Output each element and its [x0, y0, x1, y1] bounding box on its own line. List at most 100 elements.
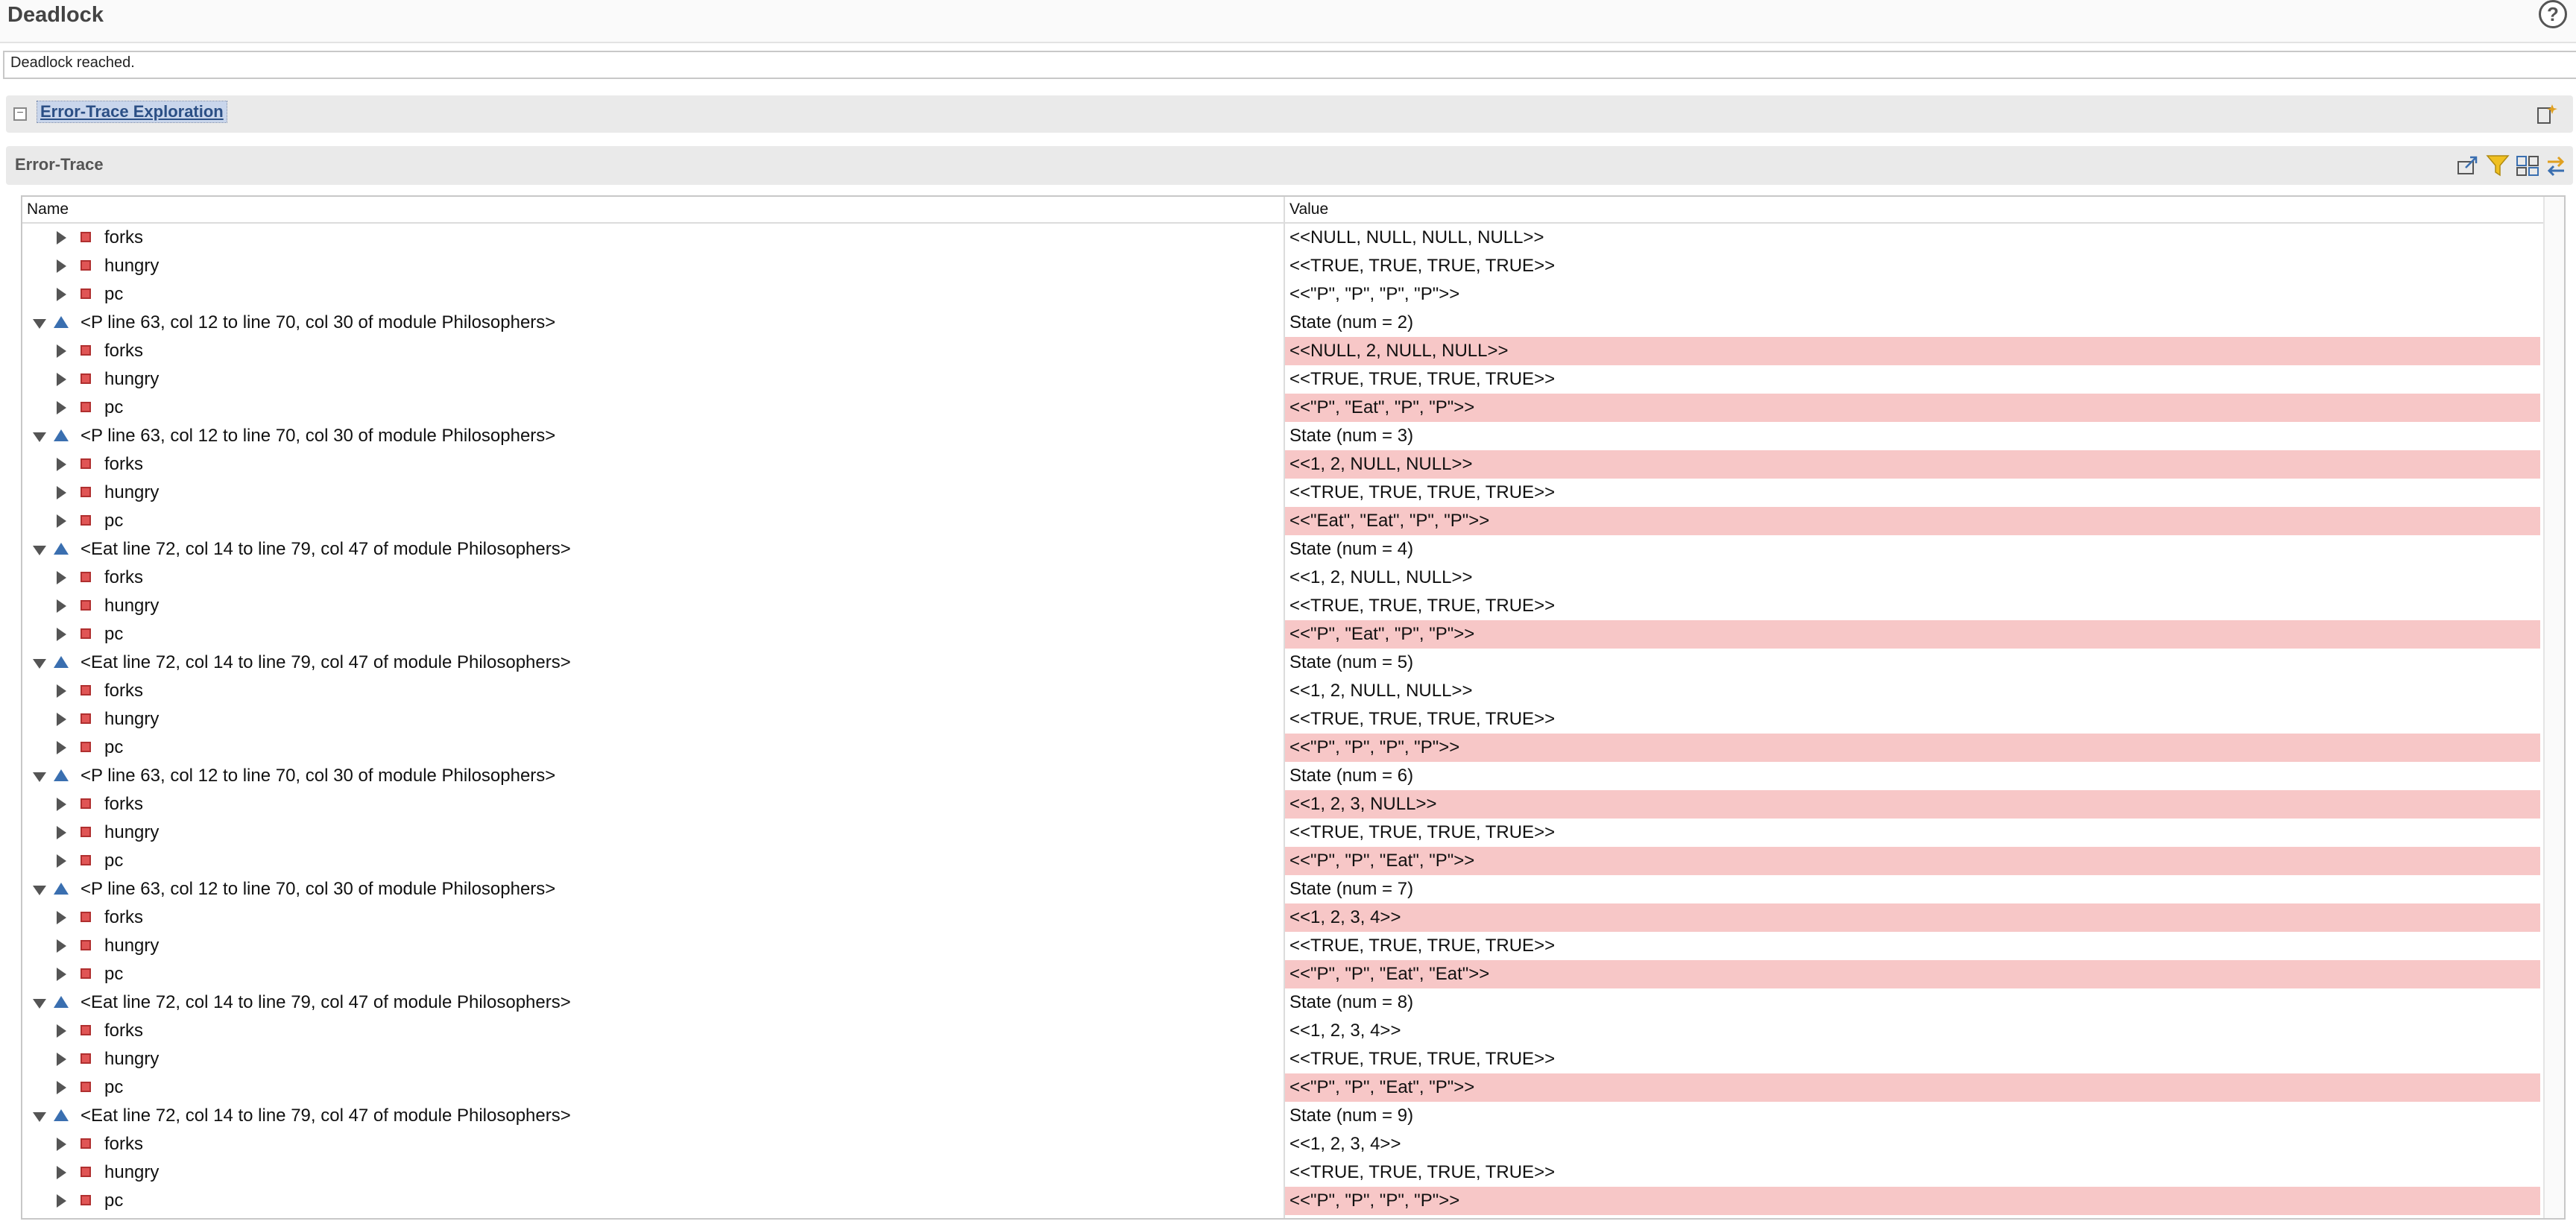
filter-icon[interactable] — [2485, 153, 2510, 178]
export-icon[interactable] — [2455, 153, 2481, 178]
column-header-name[interactable]: Name — [27, 201, 69, 218]
variable-row[interactable]: forks <<1, 2, 3, 4>> — [22, 1130, 2542, 1158]
variable-row[interactable]: pc <<"P", "P", "P", "P">> — [22, 280, 2542, 309]
variable-row[interactable]: hungry <<TRUE, TRUE, TRUE, TRUE>> — [22, 365, 2542, 394]
expand-arrow-icon[interactable] — [57, 458, 66, 471]
variable-value: <<TRUE, TRUE, TRUE, TRUE>> — [1289, 369, 1556, 389]
expand-arrow-icon[interactable] — [57, 1166, 66, 1179]
collapse-arrow-icon[interactable] — [33, 432, 46, 442]
variable-square-icon — [80, 855, 91, 865]
variable-row[interactable]: pc <<"P", "Eat", "P", "P">> — [22, 394, 2542, 422]
swap-icon[interactable] — [2543, 153, 2569, 178]
help-icon[interactable]: ? — [2539, 0, 2567, 28]
variable-row[interactable]: forks <<1, 2, 3, 4>> — [22, 903, 2542, 932]
state-triangle-icon — [54, 429, 69, 441]
state-row[interactable]: <Eat line 72, col 14 to line 79, col 47 … — [22, 1102, 2542, 1130]
column-header-value[interactable]: Value — [1289, 201, 1328, 218]
collapse-arrow-icon[interactable] — [33, 1112, 46, 1122]
variable-row[interactable]: forks <<1, 2, 3, NULL>> — [22, 790, 2542, 819]
expand-arrow-icon[interactable] — [57, 1138, 66, 1151]
expand-arrow-icon[interactable] — [57, 599, 66, 613]
variable-row[interactable]: hungry <<TRUE, TRUE, TRUE, TRUE>> — [22, 932, 2542, 960]
variable-row[interactable]: forks <<NULL, 2, NULL, NULL>> — [22, 337, 2542, 365]
variable-square-icon — [80, 345, 91, 356]
expand-arrow-icon[interactable] — [57, 231, 66, 245]
expand-arrow-icon[interactable] — [57, 741, 66, 754]
variable-row[interactable]: pc <<"P", "P", "Eat", "P">> — [22, 1073, 2542, 1102]
variable-row[interactable]: pc <<"Eat", "Eat", "P", "P">> — [22, 507, 2542, 535]
expand-arrow-icon[interactable] — [57, 628, 66, 641]
expand-arrow-icon[interactable] — [57, 373, 66, 386]
collapse-arrow-icon[interactable] — [33, 886, 46, 895]
variable-row[interactable]: pc <<"P", "P", "Eat", "P">> — [22, 847, 2542, 875]
expand-arrow-icon[interactable] — [57, 344, 66, 358]
expand-arrow-icon[interactable] — [57, 798, 66, 811]
value-cell: State (num = 2) — [1285, 309, 2540, 337]
expand-arrow-icon[interactable] — [57, 288, 66, 301]
variable-row[interactable]: pc <<"P", "Eat", "P", "P">> — [22, 620, 2542, 649]
variable-row[interactable]: forks <<1, 2, NULL, NULL>> — [22, 564, 2542, 592]
expand-arrow-icon[interactable] — [57, 571, 66, 584]
section-title-exploration[interactable]: Error-Trace Exploration — [37, 101, 227, 123]
collapse-arrow-icon[interactable] — [33, 999, 46, 1009]
expand-all-icon[interactable] — [2515, 153, 2540, 178]
state-triangle-icon — [54, 316, 69, 328]
variable-row[interactable]: hungry <<TRUE, TRUE, TRUE, TRUE>> — [22, 252, 2542, 280]
expand-arrow-icon[interactable] — [57, 401, 66, 414]
variable-row[interactable]: forks <<1, 2, 3, 4>> — [22, 1017, 2542, 1045]
collapse-arrow-icon[interactable] — [33, 659, 46, 669]
state-row[interactable]: <Eat line 72, col 14 to line 79, col 47 … — [22, 535, 2542, 564]
expand-arrow-icon[interactable] — [57, 911, 66, 924]
variable-value: <<"P", "P", "Eat", "P">> — [1289, 851, 1475, 871]
expand-arrow-icon[interactable] — [57, 854, 66, 868]
variable-value: <<TRUE, TRUE, TRUE, TRUE>> — [1289, 1162, 1556, 1182]
variable-square-icon — [80, 572, 91, 582]
variable-row[interactable]: forks <<1, 2, NULL, NULL>> — [22, 677, 2542, 705]
expand-arrow-icon[interactable] — [57, 486, 66, 499]
variable-row[interactable]: pc <<"P", "P", "P", "P">> — [22, 1187, 2542, 1215]
collapse-icon[interactable]: − — [13, 107, 27, 121]
collapse-arrow-icon[interactable] — [33, 546, 46, 555]
expand-arrow-icon[interactable] — [57, 684, 66, 698]
value-cell: State (num = 5) — [1285, 649, 2540, 677]
error-trace-toolbar: Error-Trace — [6, 146, 2573, 185]
variable-row[interactable]: forks <<1, 2, NULL, NULL>> — [22, 450, 2542, 479]
expand-arrow-icon[interactable] — [57, 1081, 66, 1094]
expand-arrow-icon[interactable] — [57, 968, 66, 981]
variable-row[interactable]: hungry <<TRUE, TRUE, TRUE, TRUE>> — [22, 1045, 2542, 1073]
variable-square-icon — [80, 628, 91, 639]
variable-row[interactable]: hungry <<TRUE, TRUE, TRUE, TRUE>> — [22, 592, 2542, 620]
value-cell-changed: <<1, 2, 3, NULL>> — [1285, 790, 2540, 819]
expand-arrow-icon[interactable] — [57, 1024, 66, 1038]
variable-row[interactable]: hungry <<TRUE, TRUE, TRUE, TRUE>> — [22, 819, 2542, 847]
variable-row[interactable]: pc <<"P", "P", "Eat", "Eat">> — [22, 960, 2542, 988]
state-row[interactable]: <P line 63, col 12 to line 70, col 30 of… — [22, 422, 2542, 450]
variable-row[interactable]: hungry <<TRUE, TRUE, TRUE, TRUE>> — [22, 479, 2542, 507]
expand-arrow-icon[interactable] — [57, 713, 66, 726]
variable-row[interactable]: hungry <<TRUE, TRUE, TRUE, TRUE>> — [22, 705, 2542, 734]
variable-row[interactable]: hungry <<TRUE, TRUE, TRUE, TRUE>> — [22, 1158, 2542, 1187]
section-settings-icon[interactable] — [2534, 101, 2560, 127]
state-row[interactable]: <Eat line 72, col 14 to line 79, col 47 … — [22, 649, 2542, 677]
value-cell-changed: <<"P", "P", "Eat", "P">> — [1285, 847, 2540, 875]
state-row[interactable]: <P line 63, col 12 to line 70, col 30 of… — [22, 875, 2542, 903]
variable-name: pc — [104, 624, 124, 644]
variable-square-icon — [80, 515, 91, 526]
expand-arrow-icon[interactable] — [57, 939, 66, 953]
expand-arrow-icon[interactable] — [57, 514, 66, 528]
expand-arrow-icon[interactable] — [57, 259, 66, 273]
variable-value: <<"P", "P", "P", "P">> — [1289, 284, 1460, 304]
error-trace-tree[interactable]: Name Value forks <<NULL, NULL, NULL, NULL… — [21, 195, 2566, 1220]
variable-row[interactable]: pc <<"P", "P", "P", "P">> — [22, 734, 2542, 762]
expand-arrow-icon[interactable] — [57, 1053, 66, 1066]
expand-arrow-icon[interactable] — [57, 826, 66, 839]
state-row[interactable]: <P line 63, col 12 to line 70, col 30 of… — [22, 762, 2542, 790]
state-row[interactable]: <P line 63, col 12 to line 70, col 30 of… — [22, 309, 2542, 337]
variable-row[interactable]: forks <<NULL, NULL, NULL, NULL>> — [22, 224, 2542, 252]
value-cell-changed: <<"P", "Eat", "P", "P">> — [1285, 394, 2540, 422]
state-row[interactable]: <Eat line 72, col 14 to line 79, col 47 … — [22, 988, 2542, 1017]
expand-arrow-icon[interactable] — [57, 1194, 66, 1208]
collapse-arrow-icon[interactable] — [33, 772, 46, 782]
vertical-scrollbar[interactable] — [2543, 197, 2564, 1218]
collapse-arrow-icon[interactable] — [33, 319, 46, 329]
